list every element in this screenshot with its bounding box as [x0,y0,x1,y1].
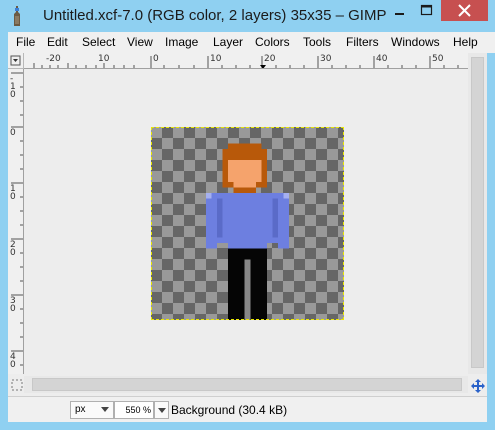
ruler-h-label: 50 [432,54,444,64]
chevron-down-icon [101,407,109,412]
ruler-v-label: 40 [10,352,16,370]
ruler-h-label: 10 [210,54,222,64]
window-border-bottom [0,422,495,430]
layer-boundary [151,127,344,320]
quick-mask-corner[interactable] [8,53,24,69]
window-border-right [487,32,495,430]
chevron-down-icon [158,408,166,413]
status-bar: px 550 % Background (30.4 kB) [8,396,487,422]
window-title: Untitled.xcf-7.0 (RGB color, 2 layers) 3… [43,7,387,24]
close-icon[interactable] [441,0,488,21]
horizontal-ruler[interactable]: -20 10 0 10 20 30 40 50 [24,53,468,69]
menu-filters[interactable]: Filters [346,35,379,49]
ruler-h-label: 0 [153,54,159,64]
ruler-v-label: 30 [10,296,16,314]
menu-select[interactable]: Select [82,35,115,49]
ruler-v-label: -10 [10,74,16,100]
menu-image[interactable]: Image [165,35,198,49]
ruler-h-label: 20 [264,54,276,64]
menu-help[interactable]: Help [453,35,478,49]
menu-arrow-icon [10,55,21,66]
menu-tools[interactable]: Tools [303,35,331,49]
menu-view[interactable]: View [127,35,153,49]
title-bar[interactable]: Untitled.xcf-7.0 (RGB color, 2 layers) 3… [0,0,495,32]
ruler-h-label: 40 [376,54,388,64]
ruler-v-label: 20 [10,240,16,258]
ruler-h-label: -20 [46,54,61,64]
unit-value: px [75,404,86,415]
ruler-h-label: 10 [98,54,110,64]
menu-edit[interactable]: Edit [47,35,68,49]
navigate-icon[interactable] [470,378,486,394]
window-border-left [0,32,8,430]
menu-windows[interactable]: Windows [391,35,440,49]
zoom-dropdown-button[interactable] [154,401,169,419]
vertical-ruler[interactable]: -10 0 10 20 30 40 [8,69,24,374]
image-canvas[interactable] [151,127,344,320]
layer-status: Background (30.4 kB) [171,403,288,417]
unit-select[interactable]: px [70,401,114,419]
ruler-v-label: 10 [10,184,16,202]
menu-colors[interactable]: Colors [255,35,290,49]
vertical-scroll-thumb[interactable] [471,57,484,368]
quick-mask-icon[interactable] [10,378,24,392]
menu-bar: File Edit Select View Image Layer Colors… [8,32,495,53]
gimp-icon [14,6,20,26]
ruler-h-label: 30 [320,54,332,64]
zoom-input[interactable]: 550 % [114,401,154,419]
menu-file[interactable]: File [16,35,35,49]
horizontal-scrollbar[interactable] [24,376,468,393]
minimize-icon[interactable] [386,0,413,21]
menu-layer[interactable]: Layer [213,35,243,49]
ruler-v-label: 0 [10,128,16,138]
vertical-scrollbar[interactable] [468,53,487,374]
maximize-icon[interactable] [413,0,440,21]
pointer-marker [260,65,266,68]
horizontal-scroll-thumb[interactable] [32,378,462,391]
